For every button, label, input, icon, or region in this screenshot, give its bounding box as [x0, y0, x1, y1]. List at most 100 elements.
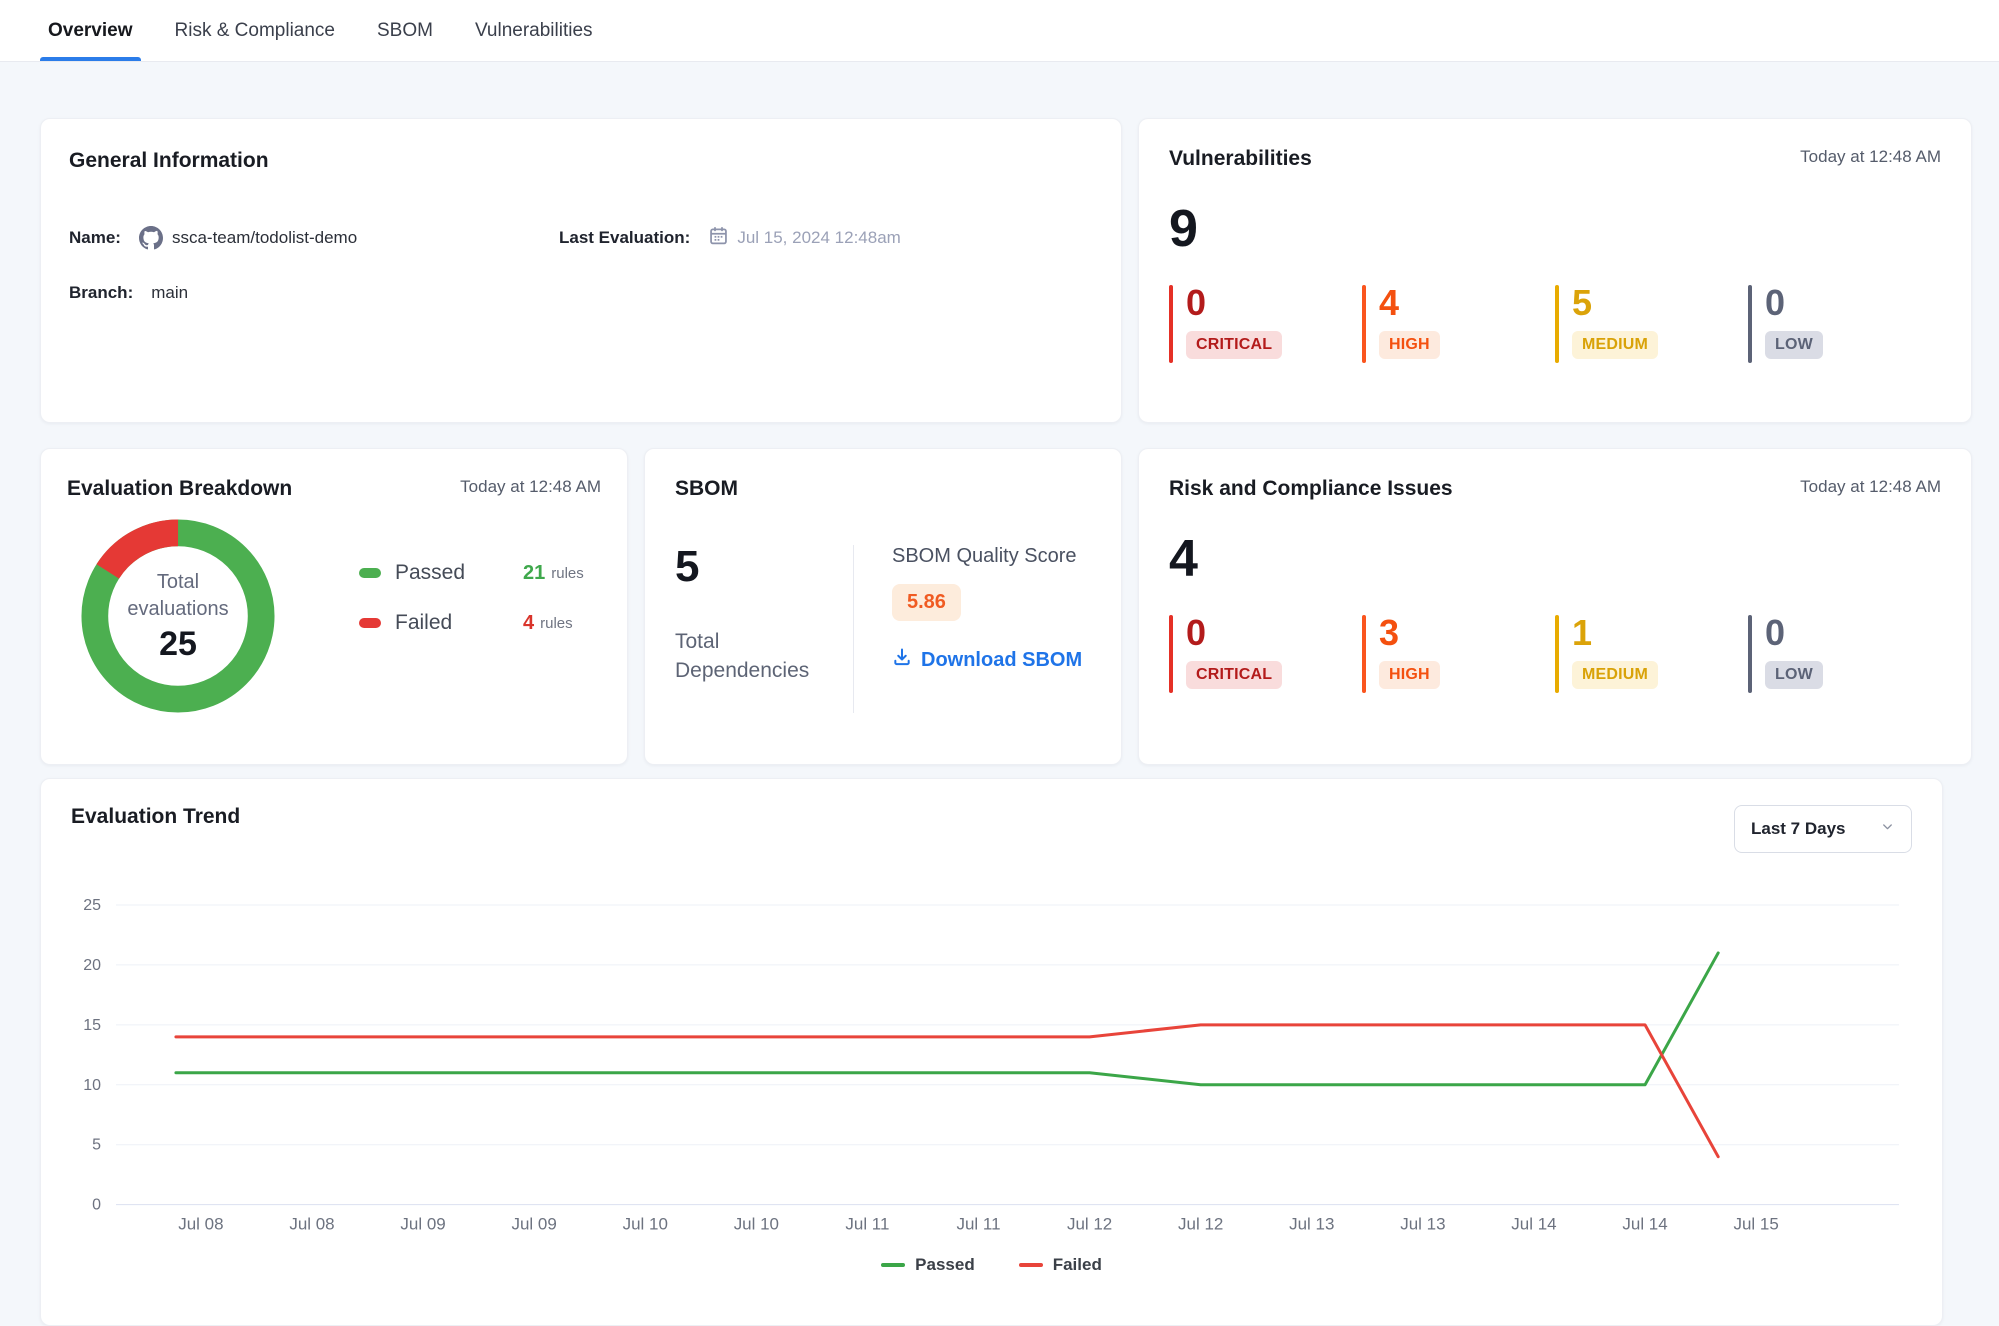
svg-text:Jul 10: Jul 10	[734, 1215, 779, 1234]
vulnerabilities-timestamp: Today at 12:48 AM	[1800, 147, 1941, 167]
severity-badge: HIGH	[1379, 331, 1440, 359]
severity-count: 4	[1379, 285, 1440, 321]
severity-stat-high: 4 HIGH	[1362, 285, 1555, 363]
chevron-down-icon	[1880, 819, 1895, 839]
trend-legend-failed[interactable]: Failed	[1019, 1255, 1102, 1275]
date-range-dropdown[interactable]: Last 7 Days	[1734, 805, 1912, 853]
tab-vulnerabilities[interactable]: Vulnerabilities	[475, 0, 593, 61]
branch-label: Branch:	[69, 283, 133, 303]
severity-count: 0	[1186, 285, 1282, 321]
svg-text:Jul 15: Jul 15	[1733, 1215, 1778, 1234]
risk-compliance-card: Risk and Compliance Issues Today at 12:4…	[1138, 448, 1972, 765]
legend-item-passed: Passed 21 rules	[359, 561, 584, 585]
github-icon	[139, 226, 163, 250]
svg-text:Jul 14: Jul 14	[1511, 1215, 1556, 1234]
svg-text:Jul 13: Jul 13	[1289, 1215, 1334, 1234]
general-info-title: General Information	[69, 149, 1093, 173]
svg-text:25: 25	[83, 897, 101, 914]
svg-text:Jul 11: Jul 11	[956, 1215, 1000, 1234]
failed-swatch-icon	[359, 618, 381, 628]
severity-badge: LOW	[1765, 661, 1823, 689]
evaluation-breakdown-card: Evaluation Breakdown Today at 12:48 AM T…	[40, 448, 628, 765]
sbom-title: SBOM	[675, 477, 1091, 501]
dashboard-page: Overview Risk & Compliance SBOM Vulnerab…	[0, 0, 1999, 1326]
branch-value: main	[151, 283, 188, 303]
severity-stat-high: 3 HIGH	[1362, 615, 1555, 693]
severity-count: 1	[1572, 615, 1658, 651]
download-sbom-link[interactable]: Download SBOM	[892, 647, 1082, 673]
svg-text:Jul 09: Jul 09	[400, 1215, 445, 1234]
last-evaluation-label: Last Evaluation:	[559, 228, 690, 248]
severity-bar	[1748, 285, 1752, 363]
severity-bar	[1169, 285, 1173, 363]
last-evaluation-value: Jul 15, 2024 12:48am	[737, 228, 901, 248]
evaluation-trend-card: Evaluation Trend Last 7 Days 0 5 10 15 20 25 J…	[40, 778, 1943, 1326]
svg-text:Jul 08: Jul 08	[289, 1215, 334, 1234]
severity-stat-low: 0 LOW	[1748, 285, 1941, 363]
svg-text:Jul 12: Jul 12	[1178, 1215, 1223, 1234]
divider	[853, 545, 854, 713]
failed-unit: rules	[540, 615, 573, 632]
failed-label: Failed	[395, 611, 523, 635]
svg-text:Jul 12: Jul 12	[1067, 1215, 1112, 1234]
vulnerabilities-card: Vulnerabilities Today at 12:48 AM 9 0 CR…	[1138, 118, 1972, 423]
main-content: General Information Name: ssca-team/todo…	[0, 62, 1999, 1326]
failed-count: 4	[523, 612, 534, 635]
evaluations-donut-chart: Total evaluations 25	[79, 517, 277, 715]
severity-count: 0	[1765, 615, 1823, 651]
tab-sbom[interactable]: SBOM	[377, 0, 433, 61]
general-info-card: General Information Name: ssca-team/todo…	[40, 118, 1122, 423]
svg-text:0: 0	[92, 1197, 101, 1214]
evaluation-trend-chart: 0 5 10 15 20 25 Jul 08 Jul 08 Jul 09 Jul 09 Jul 10…	[71, 885, 1912, 1245]
severity-stat-medium: 5 MEDIUM	[1555, 285, 1748, 363]
repo-name-value: ssca-team/todolist-demo	[172, 228, 357, 248]
svg-text:10: 10	[83, 1077, 101, 1094]
severity-bar	[1748, 615, 1752, 693]
severity-bar	[1169, 615, 1173, 693]
evaluation-breakdown-timestamp: Today at 12:48 AM	[460, 477, 601, 497]
severity-bar	[1362, 285, 1366, 363]
svg-text:Jul 09: Jul 09	[512, 1215, 557, 1234]
severity-badge: MEDIUM	[1572, 331, 1658, 359]
vulnerabilities-total: 9	[1169, 203, 1941, 255]
svg-text:Jul 08: Jul 08	[178, 1215, 223, 1234]
total-dependencies-label: Total Dependencies	[675, 627, 815, 686]
svg-text:20: 20	[83, 957, 101, 974]
severity-badge: MEDIUM	[1572, 661, 1658, 689]
severity-stat-critical: 0 CRITICAL	[1169, 615, 1362, 693]
severity-count: 0	[1186, 615, 1282, 651]
name-label: Name:	[69, 228, 121, 248]
tab-risk-compliance[interactable]: Risk & Compliance	[175, 0, 336, 61]
total-dependencies-value: 5	[675, 545, 853, 589]
passed-count: 21	[523, 562, 545, 585]
calendar-icon	[708, 225, 729, 251]
severity-count: 5	[1572, 285, 1658, 321]
trend-legend-passed[interactable]: Passed	[881, 1255, 975, 1275]
severity-stat-critical: 0 CRITICAL	[1169, 285, 1362, 363]
risk-compliance-total: 4	[1169, 533, 1941, 585]
donut-center-label: Total	[127, 569, 228, 596]
svg-text:15: 15	[83, 1017, 101, 1034]
svg-text:Jul 14: Jul 14	[1622, 1215, 1667, 1234]
severity-badge: HIGH	[1379, 661, 1440, 689]
severity-badge: CRITICAL	[1186, 331, 1282, 359]
tab-overview[interactable]: Overview	[48, 0, 133, 61]
passed-unit: rules	[551, 565, 584, 582]
failed-line-swatch-icon	[1019, 1263, 1043, 1267]
severity-count: 3	[1379, 615, 1440, 651]
passed-label: Passed	[395, 561, 523, 585]
severity-badge: CRITICAL	[1186, 661, 1282, 689]
svg-text:Jul 13: Jul 13	[1400, 1215, 1445, 1234]
risk-compliance-timestamp: Today at 12:48 AM	[1800, 477, 1941, 497]
severity-bar	[1362, 615, 1366, 693]
sbom-quality-score-label: SBOM Quality Score	[892, 545, 1082, 568]
passed-line-swatch-icon	[881, 1263, 905, 1267]
svg-text:5: 5	[92, 1137, 101, 1154]
tab-bar: Overview Risk & Compliance SBOM Vulnerab…	[0, 0, 1999, 62]
severity-stat-low: 0 LOW	[1748, 615, 1941, 693]
trend-legend: Passed Failed	[71, 1255, 1912, 1275]
risk-compliance-title: Risk and Compliance Issues	[1169, 477, 1453, 501]
svg-text:Jul 11: Jul 11	[845, 1215, 889, 1234]
severity-bar	[1555, 285, 1559, 363]
evaluation-trend-title: Evaluation Trend	[71, 805, 240, 829]
